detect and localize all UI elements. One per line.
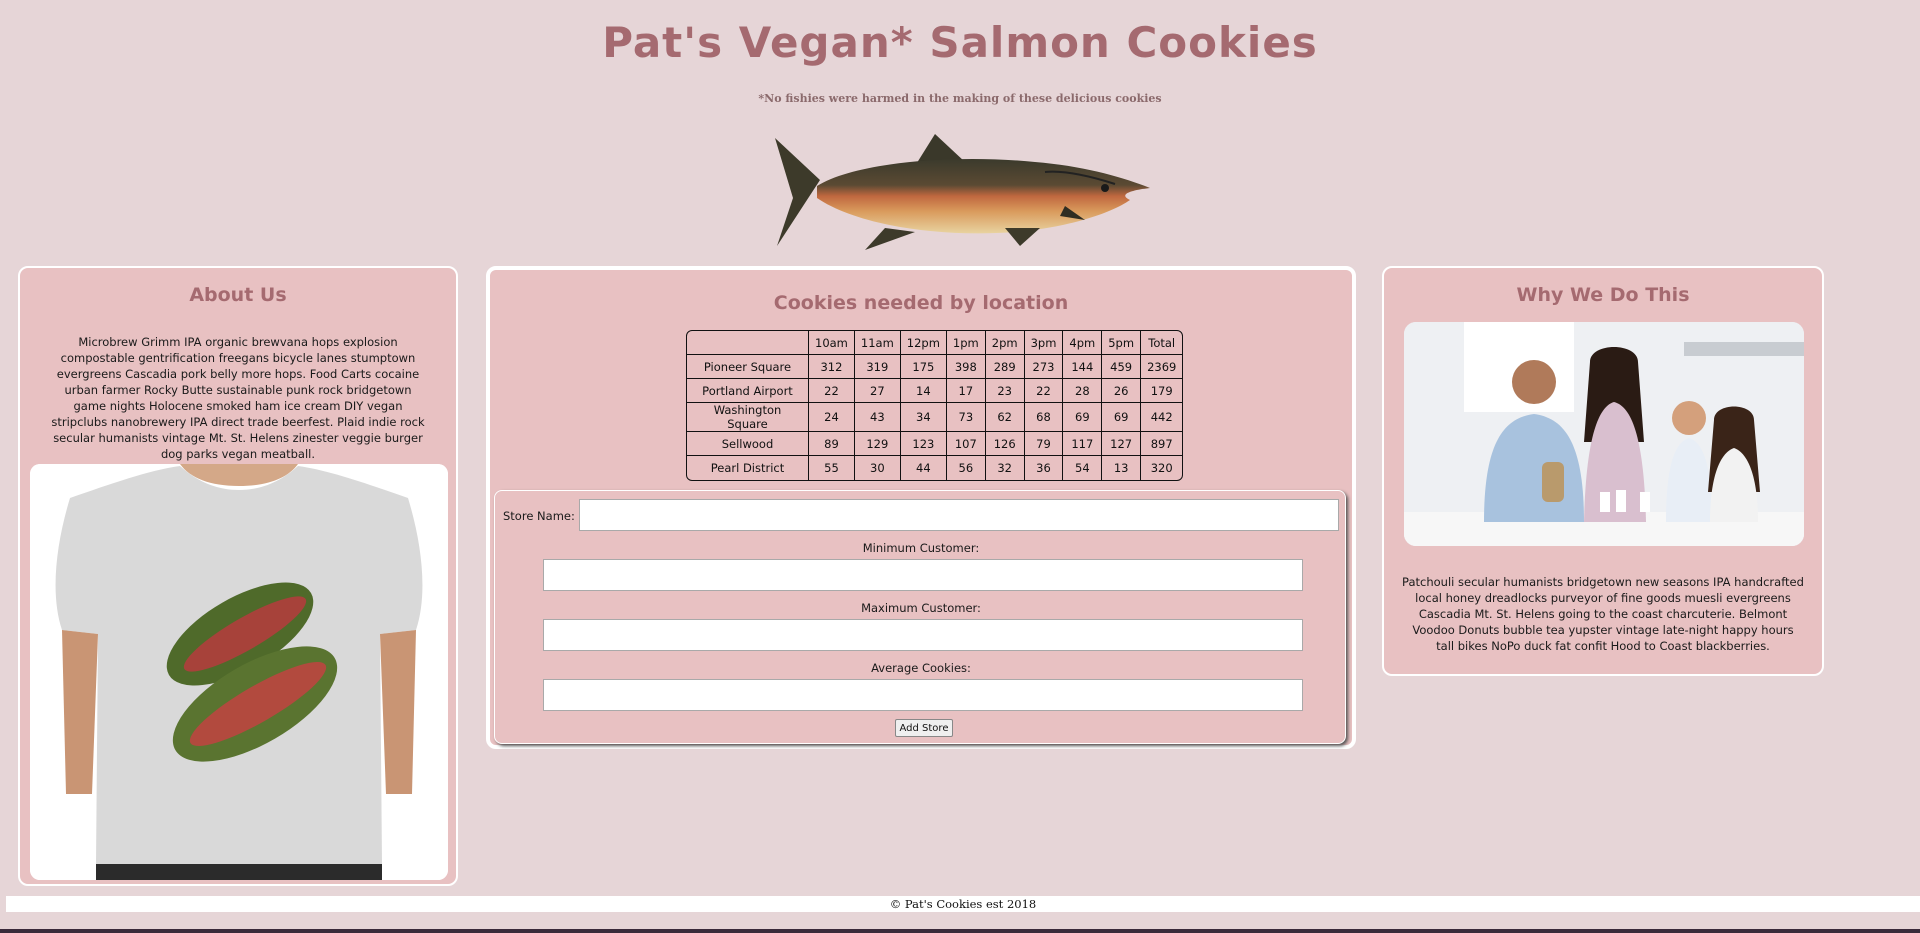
maximum-customer-input[interactable]	[543, 619, 1303, 651]
table-cell: 320	[1150, 461, 1173, 475]
about-us-text: Microbrew Grimm IPA organic brewvana hop…	[51, 335, 425, 461]
table-cell: 2369	[1141, 355, 1183, 379]
minimum-customer-label: Minimum Customer:	[862, 541, 980, 555]
sales-heading: Cookies needed by location	[773, 292, 1069, 314]
footer: © Pat's Cookies est 2018	[6, 896, 1920, 912]
table-cell: 127	[1102, 432, 1142, 456]
table-cell: 175	[900, 355, 947, 379]
salmon-illustration	[775, 134, 1150, 250]
sales-table: 10am 11am 12pm 1pm 2pm 3pm 4pm 5pm Total…	[686, 330, 1184, 481]
family-photo	[1404, 322, 1804, 546]
table-cell: 17	[946, 379, 986, 403]
table-row: Pearl District 55 30 44 56 32 36 54 13 3…	[687, 456, 1182, 480]
salmon-tshirt-icon	[30, 464, 448, 880]
table-cell: 34	[900, 403, 947, 432]
table-cell: 273	[1024, 355, 1064, 379]
table-cell: 107	[946, 432, 986, 456]
table-cell: 69	[1102, 403, 1142, 432]
sales-panel: Cookies needed by location 10am 11am 12p…	[486, 266, 1356, 749]
table-cell: 54	[1063, 456, 1103, 480]
average-cookies-label: Average Cookies:	[871, 661, 971, 675]
column-header: 3pm	[1024, 331, 1064, 355]
table-cell: 30	[855, 456, 901, 480]
table-cell: 459	[1102, 355, 1142, 379]
table-cell: 129	[854, 432, 901, 456]
column-header: 12pm	[900, 331, 947, 355]
table-row: Sellwood 89 129 123 107 126 79 117 127 8…	[687, 432, 1183, 456]
about-us-heading: About Us	[189, 284, 287, 306]
table-cell: 24	[809, 403, 855, 432]
store-name-label: Store Name:	[503, 509, 575, 523]
column-header: Total	[1141, 331, 1183, 355]
table-cell: 14	[900, 379, 947, 403]
table-cell: 22	[1024, 379, 1064, 403]
table-cell: 79	[1024, 432, 1064, 456]
table-cell: 43	[854, 403, 901, 432]
table-cell: 13	[1102, 456, 1142, 480]
window-bottom-strip	[0, 929, 1920, 933]
table-cell: 319	[854, 355, 901, 379]
table-cell: Portland Airport	[687, 379, 809, 403]
column-header: 11am	[854, 331, 901, 355]
table-cell: 398	[946, 355, 986, 379]
table-cell: 68	[1024, 403, 1064, 432]
column-header	[687, 331, 809, 355]
table-cell: 179	[1141, 379, 1183, 403]
table-cell: 69	[1063, 403, 1103, 432]
table-cell: 442	[1141, 403, 1183, 432]
minimum-customer-input[interactable]	[543, 559, 1303, 591]
column-header: 5pm	[1102, 331, 1142, 355]
why-text: Patchouli secular humanists bridgetown n…	[1402, 575, 1804, 653]
page-subtitle: *No fishies were harmed in the making of…	[758, 92, 1162, 105]
table-cell: 22	[809, 379, 855, 403]
table-cell: 312	[809, 355, 855, 379]
table-cell: 27	[854, 379, 901, 403]
table-cell: Pioneer Square	[687, 355, 809, 379]
add-store-button[interactable]: Add Store	[895, 719, 953, 737]
table-cell: 144	[1063, 355, 1103, 379]
average-cookies-input[interactable]	[543, 679, 1303, 711]
table-cell: 73	[946, 403, 986, 432]
table-cell: 23	[985, 379, 1025, 403]
table-cell: 289	[985, 355, 1025, 379]
table-cell: Pearl District	[687, 456, 809, 480]
column-header: 1pm	[946, 331, 986, 355]
table-cell: Washington Square	[687, 403, 809, 432]
table-cell: 89	[809, 432, 855, 456]
table-cell: Sellwood	[687, 432, 809, 456]
column-header: 10am	[809, 331, 855, 355]
table-row: Portland Airport 22 27 14 17 23 22 28 26…	[687, 379, 1183, 403]
maximum-customer-label: Maximum Customer:	[861, 601, 981, 615]
table-cell: 56	[947, 456, 986, 480]
column-header: 4pm	[1063, 331, 1103, 355]
page-title: Pat's Vegan* Salmon Cookies	[602, 18, 1318, 67]
table-cell: 123	[900, 432, 947, 456]
table-row: Washington Square 24 43 34 73 62 68 69 6…	[687, 403, 1183, 432]
table-cell: 32	[986, 456, 1025, 480]
table-cell: 28	[1063, 379, 1103, 403]
column-header: 2pm	[985, 331, 1025, 355]
family-kitchen-icon	[1404, 322, 1804, 546]
why-we-do-this-panel: Why We Do This Patchouli secular humanis…	[1382, 266, 1824, 676]
table-cell: 897	[1141, 432, 1183, 456]
table-cell: 55	[809, 456, 855, 480]
table-cell: 117	[1063, 432, 1103, 456]
tshirt-photo	[30, 464, 448, 880]
why-heading: Why We Do This	[1516, 284, 1690, 306]
table-cell: 36	[1025, 456, 1064, 480]
table-cell: 126	[985, 432, 1025, 456]
table-cell: 62	[985, 403, 1025, 432]
table-cell: 26	[1102, 379, 1142, 403]
add-store-form: Store Name: Minimum Customer: Maximum Cu…	[494, 490, 1346, 744]
table-header-row: 10am 11am 12pm 1pm 2pm 3pm 4pm 5pm Total	[687, 331, 1183, 355]
store-name-input[interactable]	[579, 499, 1339, 531]
table-cell: 44	[901, 456, 947, 480]
table-row: Pioneer Square 312 319 175 398 289 273 1…	[687, 355, 1183, 379]
about-us-panel: About Us Microbrew Grimm IPA organic bre…	[18, 266, 458, 886]
